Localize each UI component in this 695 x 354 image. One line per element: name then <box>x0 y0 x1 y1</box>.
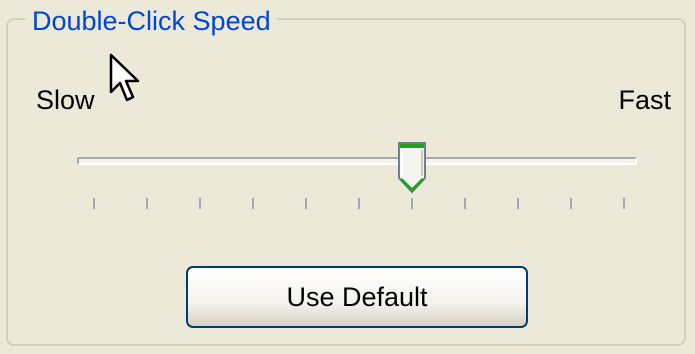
slider-tick <box>358 198 360 209</box>
slider-tick <box>464 198 466 209</box>
slider-tick <box>252 198 254 209</box>
use-default-button[interactable]: Use Default <box>186 266 528 328</box>
double-click-speed-panel: Double-Click Speed Slow Fast Use Default <box>0 0 695 354</box>
slider-tick <box>411 198 413 209</box>
fast-label: Fast <box>618 85 671 115</box>
group-title: Double-Click Speed <box>26 3 277 39</box>
slider-tick <box>146 198 148 209</box>
slider-track[interactable] <box>77 157 637 165</box>
slow-label: Slow <box>36 85 95 115</box>
slider-tick <box>517 198 519 209</box>
slider-tick <box>623 198 625 209</box>
slider-thumb[interactable] <box>396 140 428 196</box>
slider-tick <box>570 198 572 209</box>
arrow-pointer-icon <box>109 53 140 102</box>
slider-tick <box>199 198 201 209</box>
slider-tick <box>93 198 95 209</box>
slider-tick <box>305 198 307 209</box>
